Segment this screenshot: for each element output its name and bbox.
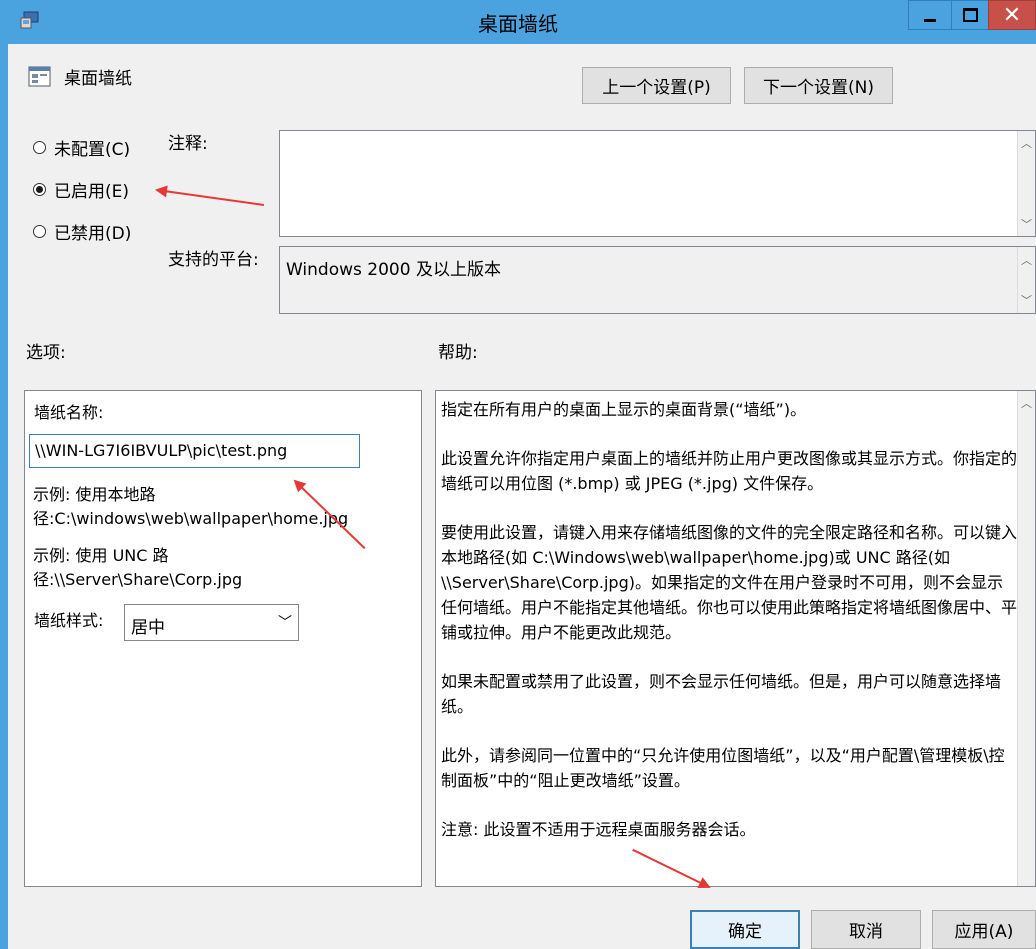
previous-setting-button[interactable]: 上一个设置(P) xyxy=(582,67,731,104)
close-button[interactable]: ✕ xyxy=(988,0,1036,30)
window-title: 桌面墙纸 xyxy=(478,12,558,36)
wallpaper-style-label: 墙纸样式: xyxy=(34,611,104,630)
comment-scrollbar[interactable]: ︿ ﹀ xyxy=(1017,131,1035,236)
setting-name: 桌面墙纸 xyxy=(64,69,132,89)
close-icon: ✕ xyxy=(1002,2,1022,28)
radio-disabled[interactable]: 已禁用(D) xyxy=(33,219,131,244)
help-paragraph: 此设置允许你指定用户桌面上的墙纸并防止用户更改图像或其显示方式。你指定的墙纸可以… xyxy=(441,449,1018,493)
radio-label: 已禁用(D) xyxy=(54,224,132,244)
wallpaper-path-input[interactable]: \\WIN-LG7I6IBVULP\pic\test.png xyxy=(29,434,360,468)
minimize-button[interactable] xyxy=(908,0,952,30)
radio-label: 已启用(E) xyxy=(54,182,130,202)
help-paragraph: 要使用此设置，请键入用来存储墙纸图像的文件的完全限定路径和名称。可以键入本地路径… xyxy=(441,523,1018,642)
wallpaper-style-select[interactable]: 居中 ﹀ xyxy=(124,604,299,641)
radio-button[interactable] xyxy=(33,225,46,238)
maximize-icon xyxy=(962,8,978,22)
window-left-edge xyxy=(0,44,8,949)
radio-not-configured[interactable]: 未配置(C) xyxy=(33,135,130,160)
wallpaper-style-value: 居中 xyxy=(131,618,165,638)
minimize-icon xyxy=(924,18,936,22)
cancel-button[interactable]: 取消 xyxy=(811,910,921,949)
ok-button[interactable]: 确定 xyxy=(690,910,800,949)
platform-field: Windows 2000 及以上版本 ︿ ﹀ xyxy=(279,246,1036,314)
scroll-down-icon[interactable]: ﹀ xyxy=(1018,290,1035,310)
example-local-path: 示例: 使用本地路径:C:\windows\web\wallpaper\home… xyxy=(33,485,349,528)
comment-label: 注释: xyxy=(168,134,208,154)
comment-textarea[interactable]: ︿ ﹀ xyxy=(279,130,1036,237)
example-unc-path: 示例: 使用 UNC 路径:\\Server\Share\Corp.jpg xyxy=(33,546,243,589)
wallpaper-path-value: \\WIN-LG7I6IBVULP\pic\test.png xyxy=(35,441,288,460)
options-header: 选项: xyxy=(26,343,66,363)
help-paragraph: 指定在所有用户的桌面上显示的桌面背景(“墙纸”)。 xyxy=(441,400,807,419)
setting-icon xyxy=(28,66,52,88)
help-header: 帮助: xyxy=(438,343,478,363)
radio-enabled[interactable]: 已启用(E) xyxy=(33,177,129,202)
platform-label: 支持的平台: xyxy=(168,250,259,270)
wallpaper-name-label: 墙纸名称: xyxy=(34,403,104,422)
next-setting-button[interactable]: 下一个设置(N) xyxy=(744,67,893,104)
platform-scrollbar[interactable]: ︿ ﹀ xyxy=(1017,247,1035,313)
help-paragraph: 如果未配置或禁用了此设置，则不会显示任何墙纸。但是，用户可以随意选择墙纸。 xyxy=(441,672,1002,716)
radio-label: 未配置(C) xyxy=(54,140,131,160)
platform-value: Windows 2000 及以上版本 xyxy=(286,260,501,280)
radio-button[interactable] xyxy=(33,183,46,196)
scroll-up-icon[interactable]: ︿ xyxy=(1018,250,1035,270)
help-paragraph: 注意: 此设置不适用于远程桌面服务器会话。 xyxy=(441,820,756,839)
help-paragraph: 此外，请参阅同一位置中的“只允许使用位图墙纸”，以及“用户配置\管理模板\控制面… xyxy=(441,746,1005,790)
apply-button[interactable]: 应用(A) xyxy=(932,910,1036,949)
scroll-up-icon[interactable]: ︿ xyxy=(1018,133,1035,153)
maximize-button[interactable] xyxy=(951,0,989,30)
annotation-arrow-enabled xyxy=(156,189,265,207)
radio-button[interactable] xyxy=(33,141,46,154)
help-panel: 指定在所有用户的桌面上显示的桌面背景(“墙纸”)。 此设置允许你指定用户桌面上的… xyxy=(435,390,1036,887)
help-content: 指定在所有用户的桌面上显示的桌面背景(“墙纸”)。 此设置允许你指定用户桌面上的… xyxy=(441,397,1017,866)
help-scrollbar[interactable]: ︿ xyxy=(1017,391,1035,886)
scroll-down-icon[interactable]: ﹀ xyxy=(1018,214,1035,234)
chevron-down-icon: ﹀ xyxy=(278,615,292,631)
options-panel: 墙纸名称: \\WIN-LG7I6IBVULP\pic\test.png 示例:… xyxy=(24,390,422,887)
scroll-up-icon[interactable]: ︿ xyxy=(1018,393,1035,413)
